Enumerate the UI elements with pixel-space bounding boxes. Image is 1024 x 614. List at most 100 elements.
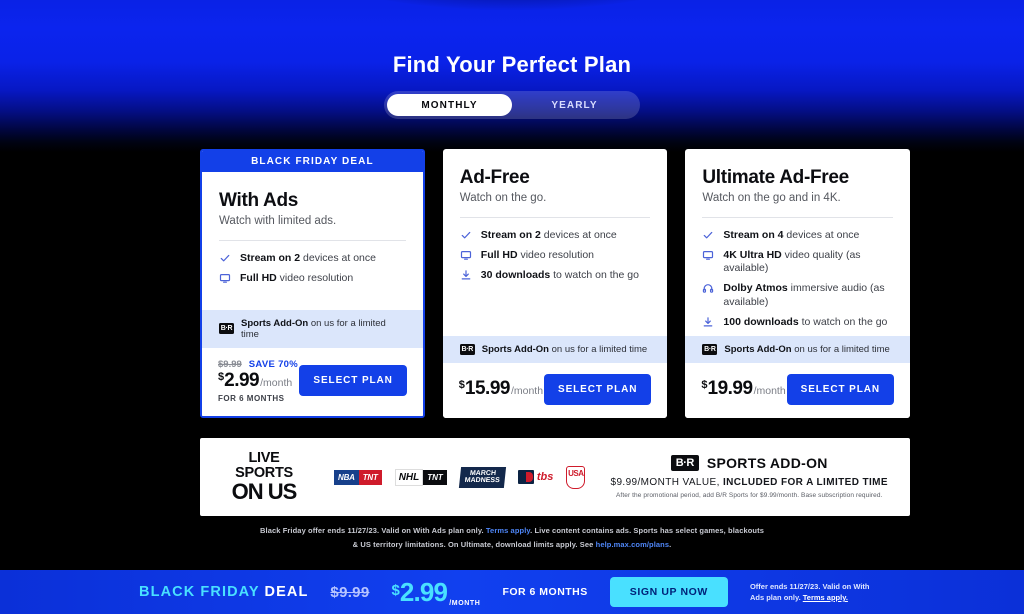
feature-highlight: Dolby Atmos	[723, 282, 788, 295]
check-icon	[219, 252, 231, 264]
plan-tagline: Watch on the go and in 4K.	[702, 192, 841, 204]
plan-addon-note: B·R Sports Add-On on us for a limited tim…	[202, 309, 423, 348]
march-madness-logo: MARCH MADNESS	[458, 466, 506, 489]
addon-note-bold: Sports Add-On	[724, 343, 792, 355]
divider	[219, 240, 406, 241]
feature-highlight: 100 downloads	[723, 315, 799, 328]
feature-highlight: 4K Ultra HD	[723, 249, 782, 262]
feature-highlight: Full HD	[240, 272, 277, 285]
plan-card: Ad-Free Watch on the go. Stream on 2 devic…	[442, 149, 668, 418]
bottom-promo-bar: BLACK FRIDAY DEAL $9.99 $ 2.99 /MONTH FO…	[0, 570, 1024, 614]
sports-addon-title: SPORTS ADD-ON	[706, 455, 828, 471]
bottom-terms-link[interactable]: Terms apply.	[803, 593, 848, 602]
plan-addon-note: B·R Sports Add-On on us for a limited tim…	[685, 335, 910, 363]
bottom-period: /MONTH	[449, 600, 481, 608]
feature-rest: devices at once	[300, 252, 376, 264]
plan-feature: Stream on 2 devices at once	[460, 229, 651, 242]
plan-amount-line: $19.99/month	[701, 378, 785, 400]
plan-price-block: $15.99/month	[459, 378, 543, 400]
plan-price-block: $9.99 SAVE 70% $2.99/month FOR 6 MONTHS	[218, 359, 298, 403]
nhl-mark: NHL	[394, 468, 424, 486]
help-plans-link[interactable]: help.max.com/plans	[596, 540, 670, 549]
feature-highlight: Full HD	[480, 249, 518, 262]
plan-tagline: Watch with limited ads.	[219, 215, 337, 227]
feature-rest: video resolution	[517, 249, 594, 262]
feature-rest: to watch on the go	[550, 269, 639, 282]
download-icon	[460, 269, 472, 281]
bottom-strikethrough-price: $9.99	[330, 583, 370, 601]
check-icon	[702, 229, 714, 241]
plan-period: /month	[510, 385, 544, 398]
feature-text: Stream on 4 devices at once	[723, 229, 859, 242]
sign-up-now-button[interactable]: SIGN UP NOW	[609, 577, 728, 607]
plan-feature: 100 downloads to watch on the go	[702, 316, 893, 329]
plan-price-row: $15.99/month SELECT PLAN	[442, 362, 668, 418]
plan-tagline: Watch on the go.	[459, 192, 547, 204]
br-sports-icon: B·R	[459, 343, 475, 355]
league-logo-row: NBA TNT NHL TNT MARCH MADNESS tbs USA	[334, 465, 586, 489]
pricing-page: Find Your Perfect Plan MONTHLY YEARLY BL…	[0, 0, 1024, 614]
disclaimer-part3: .	[669, 539, 672, 549]
legal-disclaimer: Black Friday offer ends 11/27/23. Valid …	[0, 524, 1024, 552]
addon-value-bold: INCLUDED FOR A LIMITED TIME	[722, 477, 888, 488]
bottom-term: FOR 6 MONTHS	[502, 586, 588, 598]
feature-rest: devices at once	[783, 229, 860, 241]
plan-period: /month	[753, 385, 786, 398]
feature-text: Stream on 2 devices at once	[240, 252, 376, 265]
plan-term: FOR 6 MONTHS	[218, 393, 285, 403]
feature-text: 100 downloads to watch on the go	[723, 316, 887, 329]
br-sports-icon: B·R	[219, 323, 234, 335]
feature-text: Full HD video resolution	[481, 249, 594, 262]
bottom-currency: $	[391, 581, 400, 599]
plan-amount-line: $15.99/month	[459, 378, 543, 400]
tnt-mark-2: TNT	[423, 469, 447, 485]
download-icon	[702, 316, 714, 328]
mlb-tbs-logo: tbs	[517, 466, 554, 489]
toggle-monthly[interactable]: MONTHLY	[387, 94, 512, 116]
sports-addon-banner: LIVE SPORTS ON US NBA TNT NHL TNT MARCH MA…	[200, 438, 910, 516]
live-sports-line2: ON US	[231, 479, 298, 504]
plan-price-row: $9.99 SAVE 70% $2.99/month FOR 6 MONTHS SELE…	[202, 347, 423, 416]
nhl-tnt-logo: NHL TNT	[394, 466, 447, 489]
plan-original-price: $9.99	[218, 358, 242, 370]
plan-currency: $	[701, 379, 708, 392]
bottom-price: $ 2.99 /MONTH	[391, 579, 480, 607]
tbs-mark: tbs	[536, 471, 554, 483]
addon-value-lead: $9.99/MONTH VALUE,	[610, 477, 723, 488]
plan-card-body: Ultimate Ad-Free Watch on the go and in 4…	[685, 149, 910, 336]
select-plan-button[interactable]: SELECT PLAN	[786, 373, 894, 405]
plan-feature: Stream on 4 devices at once	[702, 229, 893, 242]
plan-card-body: Ad-Free Watch on the go. Stream on 2 devic…	[443, 149, 668, 336]
monitor-icon	[702, 249, 714, 261]
plan-name: With Ads	[219, 190, 299, 211]
br-sports-icon: B·R	[670, 455, 699, 471]
plan-currency: $	[458, 379, 465, 392]
addon-note-text: Sports Add-On on us for a limited time	[482, 344, 647, 355]
plan-save-badge: SAVE 70%	[248, 358, 298, 370]
plan-feature: 30 downloads to watch on the go	[460, 269, 651, 282]
monitor-icon	[219, 272, 231, 284]
addon-note-bold: Sports Add-On	[481, 343, 549, 355]
top-arc-decoration	[302, 0, 722, 10]
plan-feature: Dolby Atmos immersive audio (as availabl…	[702, 282, 893, 308]
plan-name: Ad-Free	[459, 167, 530, 188]
disclaimer-part1: Black Friday offer ends 11/27/23. Valid …	[260, 526, 484, 535]
select-plan-button[interactable]: SELECT PLAN	[544, 373, 652, 405]
feature-text: Stream on 2 devices at once	[481, 229, 617, 242]
toggle-yearly[interactable]: YEARLY	[512, 94, 637, 116]
plan-feature: Full HD video resolution	[219, 272, 406, 285]
feature-highlight: 30 downloads	[480, 269, 551, 282]
billing-period-toggle[interactable]: MONTHLY YEARLY	[384, 91, 640, 119]
plan-currency: $	[218, 370, 225, 383]
deal-ribbon: BLACK FRIDAY DEAL	[202, 151, 423, 172]
tnt-mark: TNT	[358, 469, 382, 485]
feature-rest: to watch on the go	[798, 315, 888, 328]
addon-note-rest: on us for a limited time	[548, 343, 648, 355]
divider	[459, 217, 651, 218]
terms-apply-link[interactable]: Terms apply	[486, 526, 530, 535]
plan-feature: Stream on 2 devices at once	[219, 252, 406, 265]
sports-addon-value: $9.99/MONTH VALUE, INCLUDED FOR A LIMITE…	[610, 477, 888, 488]
select-plan-button[interactable]: SELECT PLAN	[299, 365, 407, 397]
plan-price-block: $19.99/month	[701, 378, 785, 400]
plan-addon-note: B·R Sports Add-On on us for a limited tim…	[442, 335, 668, 363]
